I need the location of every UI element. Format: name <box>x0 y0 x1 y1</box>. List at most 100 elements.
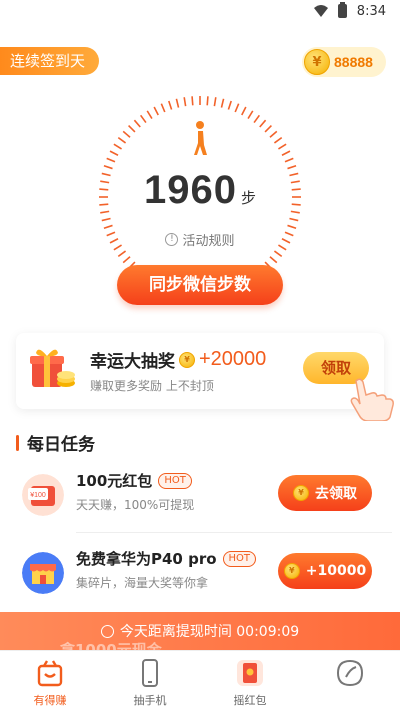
phone-icon <box>142 659 158 687</box>
task-title: 免费拿华为P40 pro <box>76 550 217 568</box>
walking-person-icon <box>194 121 207 155</box>
gauge-tick <box>206 96 209 106</box>
countdown-row: 今天距离提现时间 00:09:09 <box>0 621 400 641</box>
task-description: 天天赚，100%可提现 <box>76 498 195 512</box>
red-envelope-icon <box>237 660 263 686</box>
gauge-tick <box>168 100 173 110</box>
lucky-draw-card[interactable]: 幸运大抽奖 ¥ +20000 赚取更多奖励 上不封顶 领取 <box>16 333 394 421</box>
daily-tasks-heading: 每日任务 <box>16 430 95 455</box>
gauge-tick <box>278 143 287 150</box>
tab-label: 抽手机 <box>133 694 167 707</box>
red-envelope-icon: ¥100 <box>22 474 64 516</box>
task-item[interactable]: 免费拿华为P40 pro HOT 集碎片，海量大奖等你拿 ¥ +10000 <box>16 538 384 608</box>
activity-rules-link[interactable]: ! 活动规则 <box>0 230 400 249</box>
gauge-tick <box>113 143 122 150</box>
divider <box>76 532 392 533</box>
gauge-tick <box>175 98 180 108</box>
checkin-streak-badge[interactable]: 连续签到天 <box>0 47 100 75</box>
gauge-tick <box>101 217 111 222</box>
gauge-tick <box>220 98 225 108</box>
gauge-tick <box>183 97 187 107</box>
tab-phone-draw[interactable]: 抽手机 <box>100 651 200 711</box>
coin-icon: ¥ <box>293 485 309 501</box>
gauge-tick <box>264 125 272 133</box>
tab-earn[interactable]: 有得赚 <box>0 651 100 711</box>
shopping-bag-icon <box>37 660 63 687</box>
leaf-icon <box>336 659 364 687</box>
coin-icon: ¥ <box>179 351 195 368</box>
gauge-tick <box>122 256 131 264</box>
task-claim-button[interactable]: ¥ +10000 <box>278 553 372 589</box>
sync-wechat-steps-button[interactable]: 同步微信步数 <box>117 265 283 305</box>
gauge-tick <box>284 157 294 163</box>
hot-badge: HOT <box>158 472 192 489</box>
gauge-tick <box>160 103 166 113</box>
red-envelope-amount: ¥100 <box>30 492 46 499</box>
gauge-tick <box>253 114 261 124</box>
status-bar: 8:34 <box>0 0 400 22</box>
gauge-tick <box>269 130 278 138</box>
task-description: 集碎片，海量大奖等你拿 <box>76 576 209 590</box>
task-name: 100元红包 HOT <box>76 470 192 491</box>
task-button-label: 去领取 <box>315 486 357 502</box>
step-count: 1960 步 <box>0 168 400 213</box>
gauge-tick <box>139 114 147 124</box>
countdown-text: 今天距离提现时间 00:09:09 <box>119 624 300 640</box>
coin-amount: 88888 <box>334 54 373 70</box>
gauge-tick <box>103 224 113 229</box>
gauge-tick <box>128 125 136 133</box>
gauge-tick <box>122 130 131 138</box>
gauge-tick <box>146 110 153 119</box>
gauge-tick <box>281 150 291 156</box>
gauge-tick <box>234 103 240 113</box>
step-unit: 步 <box>240 189 256 207</box>
gauge-tick <box>213 97 217 107</box>
step-number: 1960 <box>144 168 237 212</box>
tab-more[interactable] <box>300 651 400 711</box>
task-title: 100元红包 <box>76 472 153 490</box>
lucky-draw-bonus: +20000 <box>199 348 267 370</box>
info-icon: ! <box>165 233 179 246</box>
task-item[interactable]: ¥100 100元红包 HOT 天天赚，100%可提现 ¥ 去领取 <box>16 460 384 530</box>
pointing-hand-icon <box>350 378 394 421</box>
task-button-label: +10000 <box>305 563 367 579</box>
coin-balance[interactable]: ¥ 88888 <box>302 47 386 77</box>
gauge-tick <box>241 106 247 116</box>
daily-tasks-title: 每日任务 <box>27 435 95 455</box>
task-claim-button[interactable]: ¥ 去领取 <box>278 475 372 511</box>
coin-icon: ¥ <box>283 563 300 579</box>
status-time: 8:34 <box>356 3 386 19</box>
gauge-tick <box>289 217 299 222</box>
coin-icon: ¥ <box>304 49 330 75</box>
gauge-tick <box>153 106 159 116</box>
tab-label: 摇红包 <box>233 694 267 707</box>
gauge-tick <box>273 136 283 144</box>
tab-red-envelope[interactable]: 摇红包 <box>200 651 300 711</box>
gauge-tick <box>273 250 283 258</box>
gauge-tick <box>117 136 127 144</box>
clock-icon <box>100 624 114 638</box>
lucky-draw-subtitle: 赚取更多奖励 上不封顶 <box>90 379 214 393</box>
gauge-tick <box>287 224 297 229</box>
hot-badge: HOT <box>222 550 257 567</box>
withdraw-countdown-banner: 拿1000元现金 今天距离提现时间 00:09:09 <box>0 612 400 650</box>
gauge-tick <box>269 256 278 264</box>
lucky-draw-title: 幸运大抽奖 ¥ +20000 <box>90 347 266 372</box>
lucky-draw-name: 幸运大抽奖 <box>90 352 175 372</box>
gauge-tick <box>106 157 116 163</box>
shop-icon <box>22 552 64 594</box>
task-name: 免费拿华为P40 pro HOT <box>76 548 257 569</box>
gauge-tick <box>109 150 119 156</box>
gauge-tick <box>259 119 267 128</box>
gauge-tick <box>191 96 194 106</box>
bottom-tab-bar: 有得赚 抽手机 摇红包 <box>0 650 400 711</box>
gauge-tick <box>133 119 141 128</box>
section-accent-bar <box>16 434 19 451</box>
gauge-tick <box>117 250 127 258</box>
gift-box-icon <box>30 349 75 387</box>
gauge-tick <box>227 100 232 110</box>
gauge-tick <box>247 110 254 119</box>
tab-label: 有得赚 <box>33 694 67 707</box>
battery-icon <box>337 2 347 18</box>
activity-rules-label: 活动规则 <box>182 234 235 249</box>
